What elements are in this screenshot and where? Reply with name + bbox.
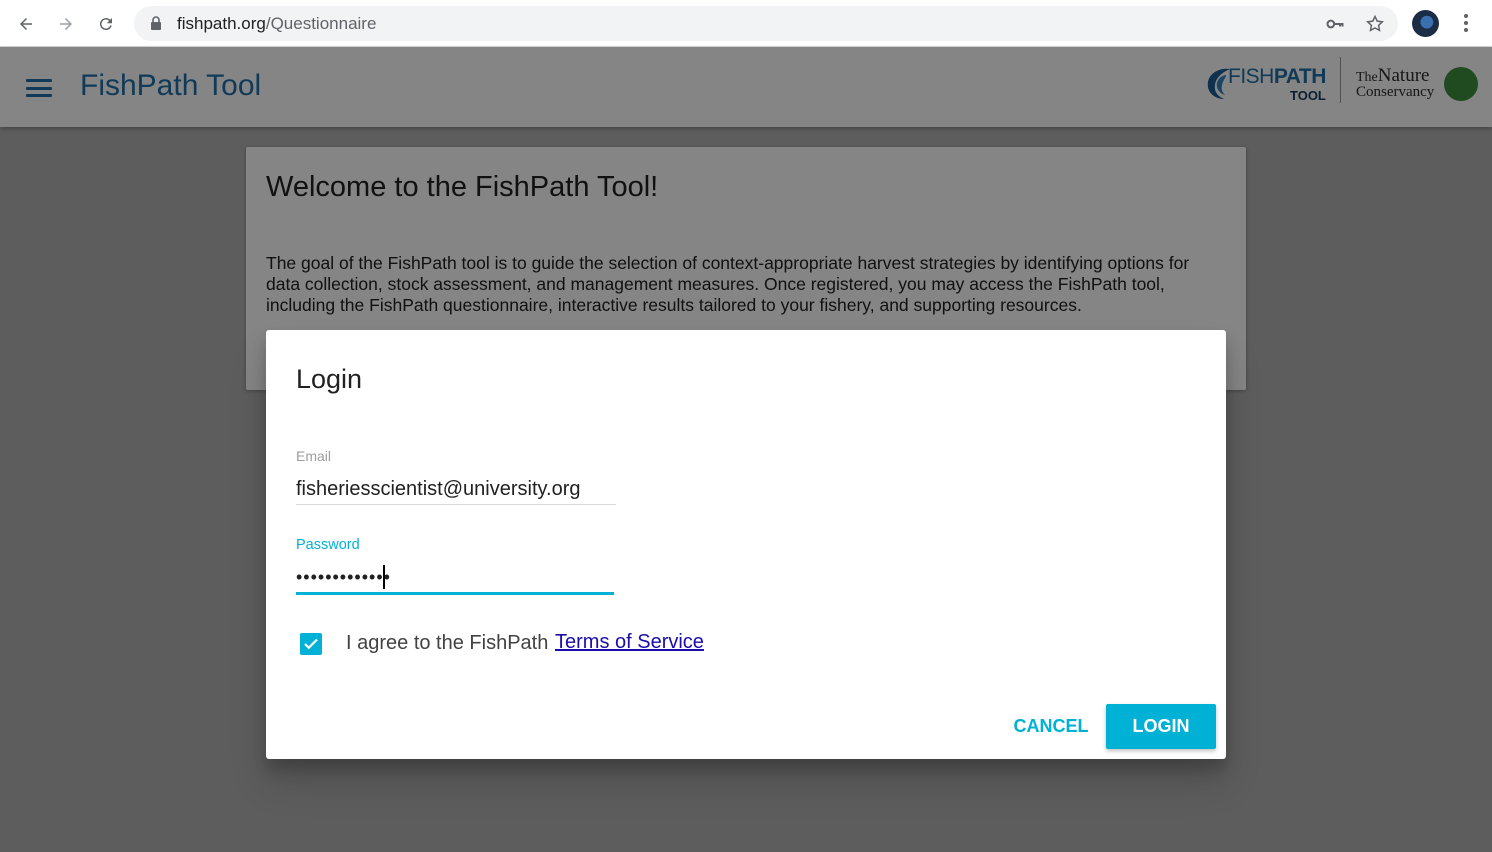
login-dialog: Login Email Password I agree to the Fish… [266, 330, 1226, 759]
url-text: fishpath.org/Questionnaire [177, 14, 377, 33]
key-icon[interactable] [1325, 14, 1345, 34]
forward-arrow-icon[interactable] [53, 11, 79, 37]
profile-avatar[interactable] [1412, 10, 1439, 37]
address-bar[interactable]: fishpath.org/Questionnaire [134, 6, 1398, 41]
star-icon[interactable] [1365, 14, 1385, 34]
back-arrow-icon[interactable] [13, 11, 39, 37]
reload-icon[interactable] [93, 11, 119, 37]
password-field[interactable] [296, 563, 614, 595]
browser-toolbar: fishpath.org/Questionnaire [0, 0, 1492, 47]
terms-checkbox[interactable] [300, 633, 322, 655]
email-label: Email [296, 448, 332, 464]
lock-icon [151, 16, 161, 30]
login-button[interactable]: LOGIN [1106, 704, 1216, 749]
cancel-button[interactable]: CANCEL [1006, 704, 1096, 748]
dialog-title: Login [296, 364, 363, 394]
check-icon [304, 638, 318, 650]
text-caret [383, 565, 385, 589]
agree-label: I agree to the FishPath [346, 632, 549, 654]
password-label: Password [296, 537, 360, 553]
terms-of-service-link[interactable]: Terms of Service [555, 631, 704, 654]
menu-dots-icon[interactable] [1456, 12, 1476, 34]
email-field[interactable] [296, 475, 616, 505]
